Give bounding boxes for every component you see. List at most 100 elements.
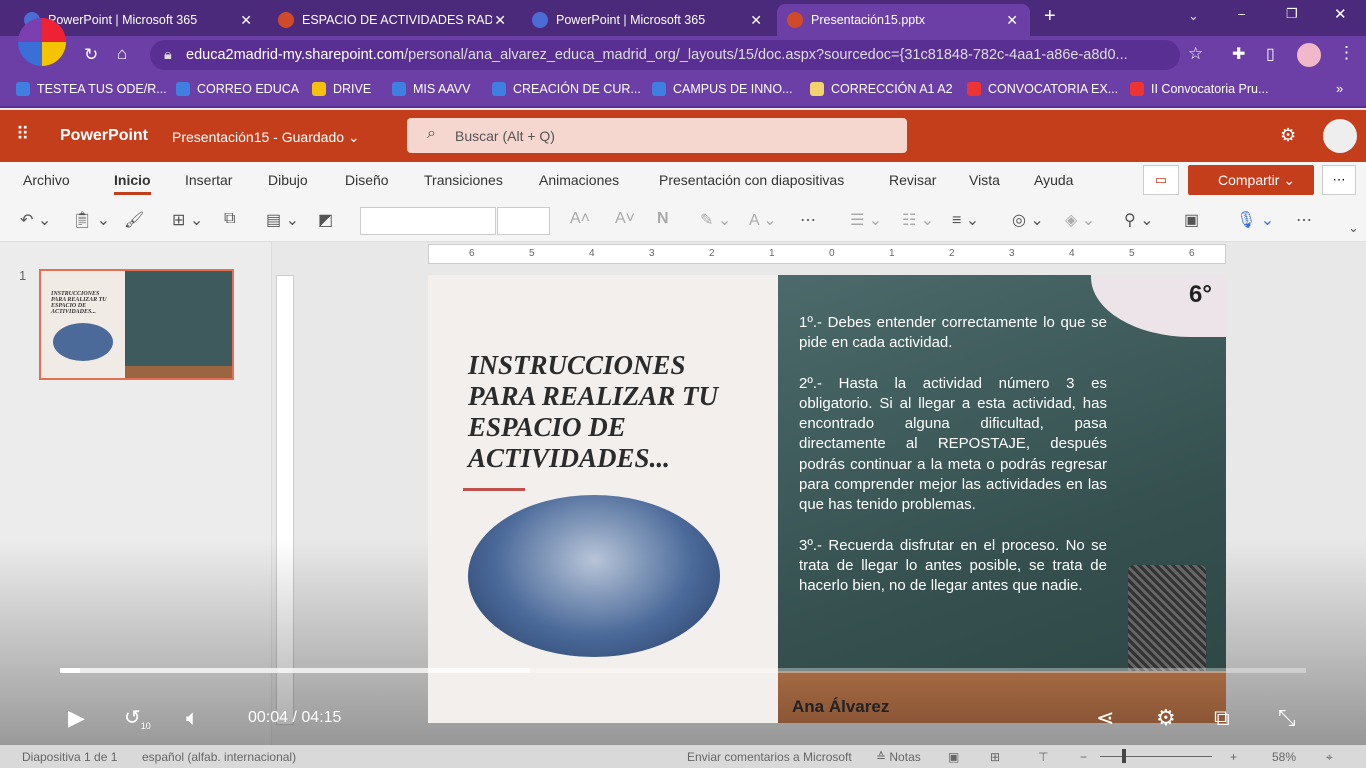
exit-fullscreen-icon[interactable]: ⤡ — [1278, 705, 1296, 731]
bookmark[interactable]: MIS AAVV — [392, 82, 470, 96]
bookmark[interactable]: TESTEA TUS ODE/R... — [16, 82, 167, 96]
close-tab-icon[interactable]: ✕ — [494, 12, 506, 29]
extensions-icon[interactable]: ✚ — [1232, 44, 1245, 64]
align-icon[interactable]: ≡ ⌄ — [952, 210, 979, 230]
bookmark[interactable]: CORRECCIÓN A1 A2 — [810, 82, 953, 96]
zoom-level[interactable]: 58% — [1272, 750, 1296, 764]
reuse-slides-icon[interactable]: ⧉ — [224, 210, 235, 228]
sorter-view-icon[interactable]: ⊞ — [990, 750, 1000, 764]
font-color-icon[interactable]: A ⌄ — [749, 210, 777, 230]
new-slide-icon[interactable]: ⊞ ⌄ — [172, 210, 203, 230]
reload-icon[interactable]: ↻ — [84, 45, 98, 65]
avatar[interactable] — [1297, 43, 1321, 67]
tab-transiciones[interactable]: Transiciones — [424, 172, 503, 188]
tab-inicio[interactable]: Inicio — [114, 172, 151, 195]
fill-icon[interactable]: ◈ ⌄ — [1065, 210, 1095, 230]
numbering-icon[interactable]: ☷ ⌄ — [902, 210, 934, 230]
doc-title[interactable]: Presentación15 - Guardado ⌄ — [172, 129, 360, 146]
tab-revisar[interactable]: Revisar — [889, 172, 936, 188]
more-bookmarks-icon[interactable]: » — [1336, 81, 1343, 96]
browser-tab-active[interactable]: Presentación15.pptx ✕ — [777, 4, 1030, 36]
slide-thumbnail[interactable]: INSTRUCCIONES PARA REALIZAR TU ESPACIO D… — [39, 269, 234, 380]
clear-format-icon[interactable]: N — [657, 210, 669, 228]
sidebar-icon[interactable]: ▯ — [1266, 44, 1275, 64]
browser-tab[interactable]: PowerPoint | Microsoft 365 ✕ — [522, 4, 774, 36]
paste-icon[interactable]: 📋︎ ⌄ — [72, 210, 110, 230]
layout-icon[interactable]: ▤ ⌄ — [266, 210, 299, 230]
zoom-slider[interactable] — [1100, 756, 1212, 757]
tab-dibujo[interactable]: Dibujo — [268, 172, 308, 188]
share-icon[interactable]: ⋖ — [1096, 705, 1114, 731]
format-painter-icon[interactable]: 🖌︎ — [124, 210, 144, 230]
restore-button[interactable]: ❐ — [1286, 6, 1298, 22]
decrease-font-icon[interactable]: A˅ — [615, 210, 635, 228]
designer-icon[interactable]: ▣ — [1184, 210, 1199, 230]
tab-search-icon[interactable]: ⌄ — [1188, 8, 1199, 24]
tab-ayuda[interactable]: Ayuda — [1034, 172, 1073, 188]
increase-font-icon[interactable]: A˄ — [570, 210, 590, 228]
menu-icon[interactable]: ⋮ — [1338, 43, 1355, 63]
bookmark[interactable]: CAMPUS DE INNO... — [652, 82, 792, 96]
font-family-select[interactable] — [360, 207, 496, 235]
search-input[interactable]: ⌕ Buscar (Alt + Q) — [407, 118, 907, 153]
normal-view-icon[interactable]: ▣ — [948, 750, 959, 764]
tab-archivo[interactable]: Archivo — [23, 172, 70, 188]
bookmark[interactable]: II Convocatoria Pru... — [1130, 82, 1268, 96]
rewind-10-button[interactable]: ↺10 — [124, 705, 151, 731]
zoom-out-button[interactable]: − — [1080, 750, 1087, 764]
notes-button[interactable]: ≙ Notas — [876, 750, 921, 764]
more-tools-icon[interactable]: ⋯ — [1296, 210, 1312, 230]
slide-canvas[interactable]: INSTRUCCIONES PARA REALIZAR TU ESPACIO D… — [428, 275, 1226, 723]
mixer-image[interactable] — [468, 495, 720, 657]
url-bar[interactable]: 🔒︎ educa2madrid-my.sharepoint.com/persona… — [150, 40, 1180, 70]
bookmark[interactable]: CONVOCATORIA EX... — [967, 82, 1118, 96]
user-avatar[interactable] — [1323, 119, 1357, 153]
tab-vista[interactable]: Vista — [969, 172, 1000, 188]
tab-animaciones[interactable]: Animaciones — [539, 172, 619, 188]
expand-ribbon-icon[interactable]: ⌄ — [1348, 220, 1359, 236]
fit-slide-icon[interactable]: ⌖ — [1326, 750, 1333, 765]
browser-tab[interactable]: ESPACIO DE ACTIVIDADES RADIO ✕ — [268, 4, 518, 36]
tab-presentacion[interactable]: Presentación con diapositivas — [659, 172, 844, 188]
share-button[interactable]: Compartir ⌄ — [1188, 165, 1314, 195]
volume-icon[interactable]: 🔈︎ — [186, 705, 199, 731]
slide-title[interactable]: INSTRUCCIONES PARA REALIZAR TU ESPACIO D… — [468, 350, 738, 474]
bookmark[interactable]: CORREO EDUCA — [176, 82, 299, 96]
tab-insertar[interactable]: Insertar — [185, 172, 232, 188]
app-launcher-icon[interactable]: ⠿ — [16, 124, 29, 145]
more-options-button[interactable]: ⋯ — [1322, 165, 1356, 195]
miniplayer-icon[interactable]: ⧉ — [1214, 705, 1230, 731]
shapes-icon[interactable]: ◎ ⌄ — [1012, 210, 1044, 230]
feedback-link[interactable]: Enviar comentarios a Microsoft — [687, 750, 852, 764]
zoom-slider-thumb[interactable] — [1122, 749, 1126, 763]
close-tab-icon[interactable]: ✕ — [750, 12, 762, 29]
font-size-select[interactable] — [497, 207, 550, 235]
highlight-icon[interactable]: ✎ ⌄ — [700, 210, 731, 230]
tab-diseno[interactable]: Diseño — [345, 172, 389, 188]
undo-icon[interactable]: ↶ ⌄ — [20, 210, 51, 230]
new-tab-button[interactable]: + — [1044, 5, 1056, 28]
background-icon[interactable]: ◩ — [318, 210, 333, 230]
bullets-icon[interactable]: ☰ ⌄ — [850, 210, 882, 230]
reading-view-icon[interactable]: ⊤ — [1038, 750, 1048, 764]
settings-icon[interactable]: ⚙ — [1280, 125, 1296, 146]
close-tab-icon[interactable]: ✕ — [1006, 12, 1018, 29]
bookmark[interactable]: CREACIÓN DE CUR... — [492, 82, 641, 96]
video-progress-bar[interactable] — [60, 668, 1306, 673]
video-settings-icon[interactable]: ⚙ — [1156, 705, 1176, 731]
home-icon[interactable]: ⌂ — [117, 44, 127, 64]
play-button[interactable]: ▶ — [68, 705, 85, 731]
close-window-button[interactable]: ✕ — [1334, 5, 1347, 23]
bookmark[interactable]: DRIVE — [312, 82, 371, 96]
minimize-button[interactable]: – — [1238, 6, 1245, 21]
close-tab-icon[interactable]: ✕ — [240, 12, 252, 29]
comments-button[interactable]: ▭ — [1143, 165, 1179, 195]
zoom-in-button[interactable]: + — [1230, 750, 1237, 764]
dictate-icon[interactable]: 🎙︎ ⌄ — [1236, 210, 1274, 230]
bookmark-star-icon[interactable]: ☆ — [1188, 44, 1203, 64]
find-icon[interactable]: ⚲ ⌄ — [1124, 210, 1154, 230]
instructions-text[interactable]: 1º.- Debes entender correctamente lo que… — [799, 313, 1107, 617]
language[interactable]: español (alfab. internacional) — [142, 750, 296, 764]
app-name[interactable]: PowerPoint — [60, 127, 148, 145]
more-font-icon[interactable]: ⋯ — [800, 210, 816, 230]
